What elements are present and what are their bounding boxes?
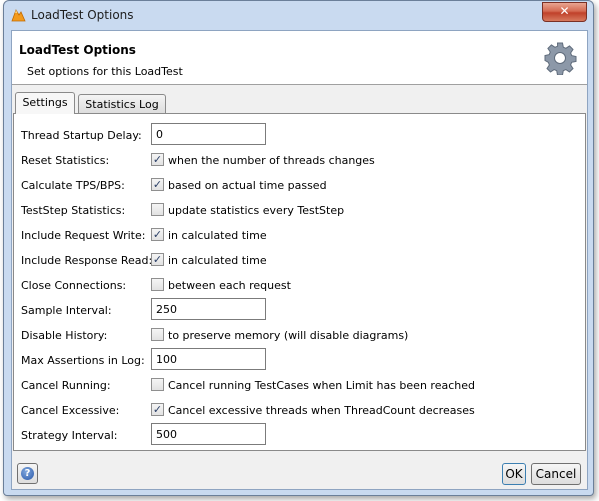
cancel-running-text[interactable]: Cancel running TestCases when Limit has … [168,379,475,392]
strategy-interval-input[interactable] [151,423,266,445]
max-assertions-label: Max Assertions in Log: [21,354,145,367]
include-response-read-checkbox[interactable]: ✓ [151,253,164,266]
include-response-read-text[interactable]: in calculated time [168,254,267,267]
row-close-connections: Close Connections: between each request [21,276,581,296]
cancel-excessive-checkbox[interactable]: ✓ [151,403,164,416]
reset-statistics-checkbox[interactable]: ✓ [151,153,164,166]
row-disable-history: Disable History: to preserve memory (wil… [21,326,581,346]
dialog-content: LoadTest Options Set options for this Lo… [11,30,588,490]
close-button[interactable]: ✕ [542,2,587,22]
row-strategy-interval: Strategy Interval: [21,423,581,446]
help-icon: ? [21,467,34,480]
row-reset-statistics: Reset Statistics: ✓ when the number of t… [21,151,581,171]
calculate-tps-text[interactable]: based on actual time passed [168,179,327,192]
reset-statistics-text[interactable]: when the number of threads changes [168,154,375,167]
row-cancel-excessive: Cancel Excessive: ✓ Cancel excessive thr… [21,401,581,421]
cancel-excessive-label: Cancel Excessive: [21,404,120,417]
close-connections-label: Close Connections: [21,279,127,292]
sample-interval-label: Sample Interval: [21,304,112,317]
max-assertions-input[interactable] [151,348,266,370]
sample-interval-input[interactable] [151,298,266,320]
close-connections-checkbox[interactable] [151,278,164,291]
reset-statistics-label: Reset Statistics: [21,154,110,167]
include-response-read-label: Include Response Read: [21,254,153,267]
teststep-statistics-checkbox[interactable] [151,203,164,216]
dialog-window: LoadTest Options ✕ LoadTest Options Set … [3,0,594,496]
header-subtitle: Set options for this LoadTest [27,65,183,78]
include-request-write-text[interactable]: in calculated time [168,229,267,242]
row-calculate-tps: Calculate TPS/BPS: ✓ based on actual tim… [21,176,581,196]
close-connections-text[interactable]: between each request [168,279,291,292]
title-bar[interactable]: LoadTest Options ✕ [4,1,593,30]
settings-panel: Thread Startup Delay: Reset Statistics: … [13,113,586,451]
ok-button[interactable]: OK [502,463,526,485]
cancel-running-checkbox[interactable] [151,378,164,391]
disable-history-checkbox[interactable] [151,328,164,341]
help-button[interactable]: ? [17,463,38,484]
row-cancel-running: Cancel Running: Cancel running TestCases… [21,376,581,396]
include-request-write-label: Include Request Write: [21,229,146,242]
window-title: LoadTest Options [31,8,134,22]
tab-settings[interactable]: Settings [15,92,75,114]
cancel-running-label: Cancel Running: [21,379,111,392]
disable-history-label: Disable History: [21,329,108,342]
header-title: LoadTest Options [19,43,136,57]
teststep-statistics-text[interactable]: update statistics every TestStep [168,204,344,217]
teststep-statistics-label: TestStep Statistics: [21,204,126,217]
cancel-button[interactable]: Cancel [531,463,581,485]
row-thread-startup-delay: Thread Startup Delay: [21,123,581,146]
calculate-tps-label: Calculate TPS/BPS: [21,179,125,192]
app-logo-icon [11,9,26,22]
row-max-assertions: Max Assertions in Log: [21,348,581,371]
tab-statistics-log[interactable]: Statistics Log [78,94,166,114]
row-teststep-statistics: TestStep Statistics: update statistics e… [21,201,581,221]
dialog-header: LoadTest Options Set options for this Lo… [12,31,587,85]
row-sample-interval: Sample Interval: [21,298,581,321]
cancel-excessive-text[interactable]: Cancel excessive threads when ThreadCoun… [168,404,475,417]
disable-history-text[interactable]: to preserve memory (will disable diagram… [168,329,408,342]
thread-startup-delay-label: Thread Startup Delay: [21,129,142,142]
thread-startup-delay-input[interactable] [151,123,266,145]
calculate-tps-checkbox[interactable]: ✓ [151,178,164,191]
include-request-write-checkbox[interactable]: ✓ [151,228,164,241]
strategy-interval-label: Strategy Interval: [21,429,118,442]
row-include-response-read: Include Response Read: ✓ in calculated t… [21,251,581,271]
row-include-request-write: Include Request Write: ✓ in calculated t… [21,226,581,246]
gear-icon [544,42,577,75]
